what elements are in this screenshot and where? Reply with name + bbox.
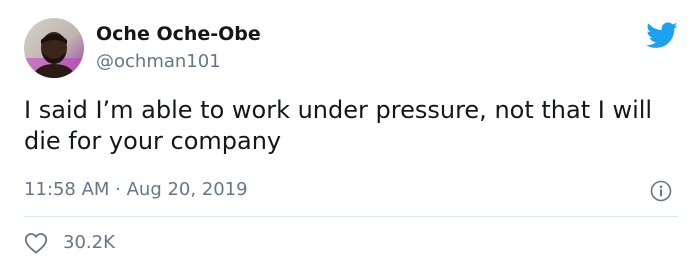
info-icon[interactable] (650, 180, 672, 202)
avatar-photo (24, 18, 84, 78)
author-display-name[interactable]: Oche Oche-Obe (96, 22, 261, 46)
author-handle[interactable]: @ochman101 (96, 50, 221, 74)
tweet-card: Oche Oche-Obe @ochman101 I said I’m able… (0, 0, 700, 271)
twitter-bird-icon[interactable] (646, 22, 678, 49)
twitter-bird-svg (646, 22, 678, 48)
tweet-text: I said I’m able to work under pressure, … (24, 96, 653, 155)
like-button[interactable]: 30.2K (24, 230, 115, 256)
tweet-timestamp[interactable]: 11:58 AM · Aug 20, 2019 (24, 178, 248, 202)
heart-icon (24, 233, 48, 254)
avatar[interactable] (24, 18, 84, 78)
info-icon-svg (650, 180, 672, 202)
divider (24, 216, 678, 217)
like-count: 30.2K (63, 232, 115, 253)
